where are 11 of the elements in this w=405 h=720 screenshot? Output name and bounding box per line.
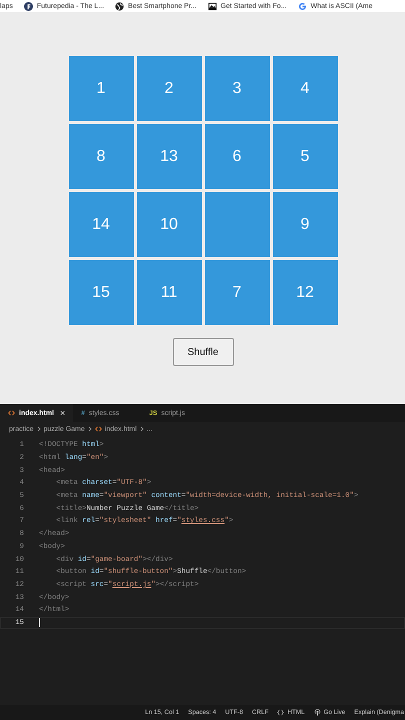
chevron-icon xyxy=(88,426,92,432)
chevron-icon xyxy=(36,426,41,432)
braces-icon xyxy=(277,709,284,716)
code-brackets-icon xyxy=(8,410,15,416)
shuffle-button[interactable]: Shuffle xyxy=(172,338,234,366)
close-icon[interactable]: × xyxy=(60,408,66,418)
broadcast-icon xyxy=(314,709,321,716)
chevron-icon xyxy=(140,426,144,432)
google-icon xyxy=(298,2,307,10)
code-brackets-icon xyxy=(94,426,102,432)
empty-tile[interactable] xyxy=(204,192,270,257)
